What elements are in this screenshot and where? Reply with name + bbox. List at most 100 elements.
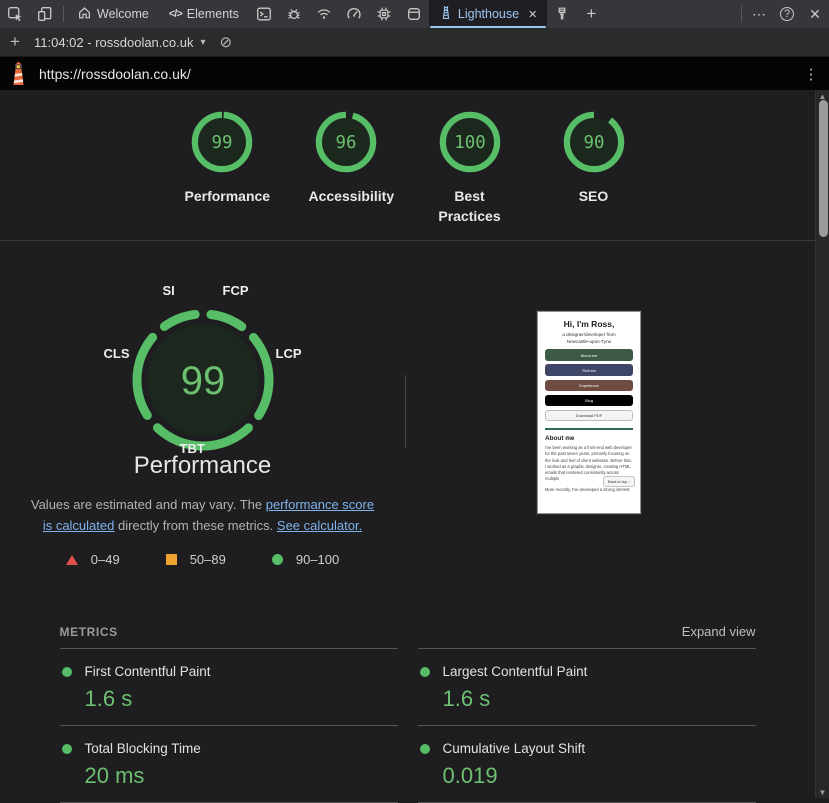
thumb-heading: Hi, I'm Ross, — [545, 319, 633, 329]
legend-range: 90–100 — [296, 552, 339, 567]
tab-welcome[interactable]: Welcome — [67, 0, 159, 28]
score-disclaimer: Values are estimated and may vary. The p… — [27, 494, 379, 536]
lighthouse-tab-icon — [439, 5, 453, 23]
clear-all-icon[interactable]: ⊘ — [220, 33, 233, 51]
memory-icon[interactable] — [369, 0, 399, 28]
more-options-icon[interactable]: ⋯ — [745, 0, 773, 28]
scroll-down-icon[interactable]: ▼ — [816, 786, 829, 798]
debug-bug-icon[interactable] — [279, 0, 309, 28]
see-calculator-link[interactable]: See calculator. — [277, 518, 362, 533]
legend-triangle-icon — [66, 555, 78, 565]
metric-pass-icon — [420, 667, 430, 677]
metric-name: Total Blocking Time — [85, 741, 201, 756]
console-icon[interactable] — [249, 0, 279, 28]
metrics-title: METRICS — [60, 625, 118, 639]
close-tab-icon[interactable]: ✕ — [528, 8, 537, 21]
score-summary: 99 Performance 96 Accessibility 100 Best… — [0, 90, 815, 241]
thumb-back-to-top: Back to top ↑ — [603, 476, 635, 487]
thumb-button: Blog — [545, 395, 633, 407]
thumb-button: Experience — [545, 380, 633, 392]
performance-section: 99 FCPLCPTBTCLSSI Performance Values are… — [0, 241, 815, 580]
expand-view-link[interactable]: Expand view — [682, 624, 756, 639]
metric-cumulative-layout-shift: Cumulative Layout Shift 0.019 — [418, 725, 756, 803]
home-icon — [77, 5, 92, 23]
thumb-subheading: a designer/developer from Newcastle-upon… — [545, 332, 633, 346]
lighthouse-run-toolbar: + 11:04:02 - rossdoolan.co.uk ▾ ⊘ — [0, 28, 829, 57]
rendering-brush-icon[interactable] — [547, 0, 577, 28]
tabbar-spacer — [605, 0, 738, 28]
toolbar-divider-right — [741, 6, 742, 22]
scrollbar-thumb[interactable] — [819, 100, 828, 237]
metric-total-blocking-time: Total Blocking Time 20 ms — [60, 725, 398, 803]
score-label-performance: Performance — [185, 186, 259, 206]
score-gauge-performance[interactable]: 99 Performance — [178, 111, 266, 240]
new-audit-icon[interactable]: + — [0, 32, 30, 52]
report-url: https://rossdoolan.co.uk/ — [39, 66, 191, 82]
inspect-icon[interactable] — [0, 0, 30, 28]
tab-welcome-label: Welcome — [97, 7, 149, 21]
metric-value: 20 ms — [85, 763, 398, 789]
disclaimer-text: Values are estimated and may vary. The — [31, 497, 266, 512]
lighthouse-logo-icon — [8, 61, 29, 86]
score-legend: 0–49 50–89 90–100 — [66, 552, 339, 567]
lighthouse-report: 99 Performance 96 Accessibility 100 Best… — [0, 90, 829, 798]
thumb-buttons: About meSkill setExperienceBlogDownload … — [545, 349, 633, 421]
legend-range: 50–89 — [190, 552, 226, 567]
more-tabs-icon[interactable]: + — [577, 0, 605, 28]
thumb-more-text: More recently, I've developed a strong i… — [545, 487, 633, 492]
performance-icon[interactable] — [339, 0, 369, 28]
device-toolbar-icon[interactable] — [30, 0, 60, 28]
metrics-header: METRICS Expand view — [60, 624, 756, 639]
metrics-section: METRICS Expand view First Contentful Pai… — [60, 624, 756, 802]
legend-square-icon — [166, 554, 177, 565]
final-screenshot-thumbnail: Hi, I'm Ross, a designer/developer from … — [537, 311, 641, 514]
metric-largest-contentful-paint: Largest Contentful Paint 1.6 s — [418, 648, 756, 726]
tab-elements-label: Elements — [187, 7, 239, 21]
report-selector[interactable]: 11:04:02 - rossdoolan.co.uk ▾ — [30, 35, 210, 50]
score-gauge-accessibility[interactable]: 96 Accessibility — [302, 111, 390, 240]
score-gauge-best-practices[interactable]: 100 Best Practices — [426, 111, 514, 240]
report-menu-kebab-icon[interactable]: ⋮ — [801, 65, 821, 83]
disclaimer-text-2: directly from these metrics. — [114, 518, 277, 533]
score-gauge-seo[interactable]: 90 SEO — [550, 111, 638, 240]
score-label-seo: SEO — [579, 186, 609, 206]
metric-pass-icon — [62, 744, 72, 754]
metric-tick-tbt: TBT — [180, 441, 205, 456]
score-label-accessibility: Accessibility — [309, 186, 383, 206]
metric-name: Largest Contentful Paint — [443, 664, 588, 679]
thumb-divider — [545, 428, 633, 430]
thumb-button: Skill set — [545, 364, 633, 376]
metric-tick-fcp: FCP — [223, 283, 249, 298]
report-scrollbar[interactable]: ▲ ▼ — [815, 90, 829, 798]
svg-text:96: 96 — [335, 133, 356, 153]
help-glyph: ? — [780, 7, 794, 21]
metric-pass-icon — [62, 667, 72, 677]
metric-tick-si: SI — [163, 283, 175, 298]
legend-item-square: 50–89 — [166, 552, 226, 567]
tab-lighthouse-label: Lighthouse — [458, 7, 519, 21]
metric-first-contentful-paint: First Contentful Paint 1.6 s — [60, 648, 398, 726]
help-icon[interactable]: ? — [773, 0, 801, 28]
thumb-button: About me — [545, 349, 633, 361]
elements-icon: </> — [169, 8, 182, 20]
tab-lighthouse[interactable]: Lighthouse ✕ — [429, 0, 547, 28]
svg-text:90: 90 — [583, 133, 604, 153]
metric-pass-icon — [420, 744, 430, 754]
legend-item-circle: 90–100 — [272, 552, 339, 567]
performance-score-gauge[interactable]: 99 FCPLCPTBTCLSSI — [123, 300, 283, 460]
report-selector-label: 11:04:02 - rossdoolan.co.uk — [34, 35, 193, 50]
tab-elements[interactable]: </> Elements — [159, 0, 249, 28]
thumb-section-heading: About me — [545, 435, 633, 442]
svg-text:99: 99 — [211, 133, 232, 153]
performance-gauge-block: 99 FCPLCPTBTCLSSI Performance Values are… — [0, 300, 405, 580]
svg-text:100: 100 — [454, 133, 485, 153]
application-icon[interactable] — [399, 0, 429, 28]
report-url-header: https://rossdoolan.co.uk/ ⋮ — [0, 57, 829, 90]
toolbar-divider — [63, 6, 64, 22]
score-label-best-practices: Best Practices — [433, 186, 507, 227]
final-screenshot-block: Hi, I'm Ross, a designer/developer from … — [384, 300, 794, 580]
network-icon[interactable] — [309, 0, 339, 28]
metric-tick-cls: CLS — [104, 346, 130, 361]
legend-circle-icon — [272, 554, 283, 565]
close-devtools-icon[interactable]: ✕ — [801, 0, 829, 28]
